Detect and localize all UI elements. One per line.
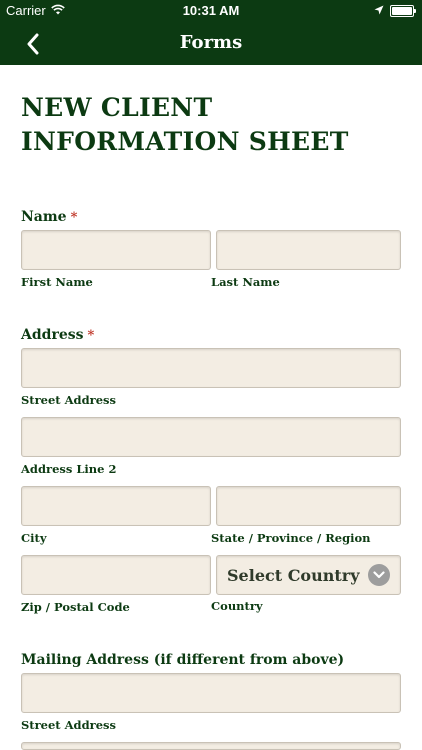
city-input[interactable] (21, 486, 211, 526)
nav-bar: Forms (0, 22, 422, 65)
address-line2-label: Address Line 2 (21, 462, 117, 476)
country-select[interactable]: Select Country (216, 555, 401, 595)
last-name-label: Last Name (211, 275, 280, 289)
mailing-line2-input[interactable] (21, 742, 401, 750)
mailing-street-input[interactable] (21, 673, 401, 713)
first-name-input[interactable] (21, 230, 211, 270)
status-time: 10:31 AM (182, 3, 240, 18)
state-label: State / Province / Region (211, 531, 371, 545)
street-address-label: Street Address (21, 393, 116, 407)
mailing-section-label: Mailing Address (if different from above… (21, 652, 344, 668)
chevron-down-icon (368, 564, 390, 586)
state-input[interactable] (216, 486, 401, 526)
status-bar: Carrier 10:31 AM (0, 0, 422, 22)
country-label: Country (211, 599, 263, 613)
mailing-street-label: Street Address (21, 718, 116, 732)
name-section-label: Name * (21, 209, 77, 225)
required-marker: * (70, 210, 78, 225)
last-name-input[interactable] (216, 230, 401, 270)
address-line2-input[interactable] (21, 417, 401, 457)
nav-title: Forms (179, 32, 243, 53)
city-label: City (21, 531, 47, 545)
first-name-label: First Name (21, 275, 93, 289)
address-label-text: Address (21, 327, 84, 343)
location-arrow-icon (374, 3, 384, 18)
battery-icon (390, 4, 416, 17)
country-select-value: Select Country (227, 565, 360, 585)
name-label-text: Name (21, 209, 67, 225)
form-title: NEW CLIENT INFORMATION SHEET (21, 93, 349, 156)
mailing-label-text: Mailing Address (if different from above… (21, 652, 345, 668)
zip-input[interactable] (21, 555, 211, 595)
status-right (374, 3, 416, 18)
address-section-label: Address * (21, 327, 94, 343)
zip-label: Zip / Postal Code (21, 600, 130, 614)
street-address-input[interactable] (21, 348, 401, 388)
required-marker: * (87, 328, 95, 343)
